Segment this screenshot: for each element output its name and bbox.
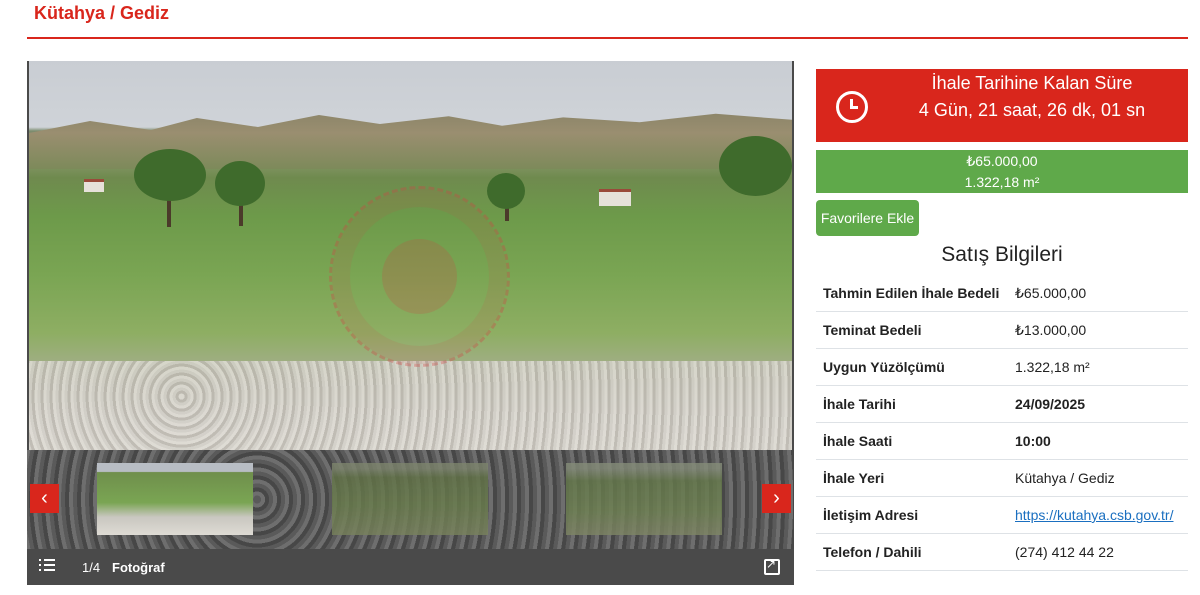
photo-tree [487, 173, 525, 209]
row-key: İhale Yeri [816, 459, 1008, 497]
photo-tree [215, 161, 265, 206]
photo-counter: 1/4 [82, 560, 101, 575]
table-row: İhale Tarihi 24/09/2025 [816, 385, 1188, 423]
thumbnail-3[interactable] [566, 463, 722, 535]
countdown-box: İhale Tarihine Kalan Süre 4 Gün, 21 saat… [816, 69, 1188, 142]
price-box: ₺65.000,00 1.322,18 m² [816, 150, 1188, 193]
thumbnail-1[interactable] [97, 463, 253, 535]
thumbnail-2[interactable] [332, 463, 488, 535]
row-value: 10:00 [1008, 422, 1188, 460]
add-to-favorites-button[interactable]: Favorilere Ekle [816, 200, 919, 236]
price-area: 1.322,18 m² [964, 174, 1040, 190]
next-photo-button[interactable]: › [762, 484, 791, 513]
list-icon[interactable] [39, 559, 55, 573]
previous-photo-button[interactable]: ‹ [30, 484, 59, 513]
contact-address-link[interactable]: https://kutahya.csb.gov.tr/ [1015, 507, 1173, 523]
price-amount: ₺65.000,00 [966, 153, 1038, 169]
row-key: Uygun Yüzölçümü [816, 348, 1008, 386]
countdown-title: İhale Tarihine Kalan Süre [931, 73, 1133, 93]
photo-rocks [29, 361, 792, 450]
table-row: İletişim Adresi https://kutahya.csb.gov.… [816, 496, 1188, 534]
photo-label: Fotoğraf [112, 560, 165, 575]
countdown-value: 4 Gün, 21 saat, 26 dk, 01 sn [918, 100, 1146, 120]
row-value: 1.322,18 m² [1008, 348, 1188, 386]
row-value: (274) 412 44 22 [1008, 533, 1188, 571]
page-title: Kütahya / Gediz [34, 3, 170, 23]
gallery-toolbar: 1/4 Fotoğraf [27, 549, 794, 585]
sale-info-table: Tahmin Edilen İhale Bedeli ₺65.000,00 Te… [816, 275, 1188, 571]
watermark-seal-center [382, 239, 457, 314]
row-value: Kütahya / Gediz [1008, 459, 1188, 497]
photo-tree [134, 149, 206, 201]
thumbnail-strip [27, 450, 794, 549]
table-row: İhale Yeri Kütahya / Gediz [816, 459, 1188, 497]
row-key: İhale Saati [816, 422, 1008, 460]
title-divider [27, 37, 1188, 39]
photo-house [599, 189, 631, 206]
row-value: ₺65.000,00 [1008, 275, 1188, 312]
photo-tree [719, 136, 792, 196]
row-key: Tahmin Edilen İhale Bedeli [816, 275, 1008, 312]
photo-house [84, 179, 104, 192]
row-value: 24/09/2025 [1008, 385, 1188, 423]
table-row: Teminat Bedeli ₺13.000,00 [816, 311, 1188, 349]
row-value: https://kutahya.csb.gov.tr/ [1008, 496, 1188, 534]
row-key: İhale Tarihi [816, 385, 1008, 423]
clock-icon [836, 91, 868, 123]
row-key: Teminat Bedeli [816, 311, 1008, 349]
row-value: ₺13.000,00 [1008, 311, 1188, 349]
fullscreen-icon[interactable] [764, 557, 780, 575]
row-key: Telefon / Dahili [816, 533, 1008, 571]
main-photo[interactable] [29, 61, 792, 450]
sale-info-title: Satış Bilgileri [941, 243, 1063, 266]
table-row: İhale Saati 10:00 [816, 422, 1188, 460]
row-key: İletişim Adresi [816, 496, 1008, 534]
table-row: Tahmin Edilen İhale Bedeli ₺65.000,00 [816, 275, 1188, 312]
photo-gallery: ‹ › 1/4 Fotoğraf [27, 61, 794, 585]
table-row: Telefon / Dahili (274) 412 44 22 [816, 533, 1188, 571]
watermark-seal [329, 186, 510, 367]
table-row: Uygun Yüzölçümü 1.322,18 m² [816, 348, 1188, 386]
